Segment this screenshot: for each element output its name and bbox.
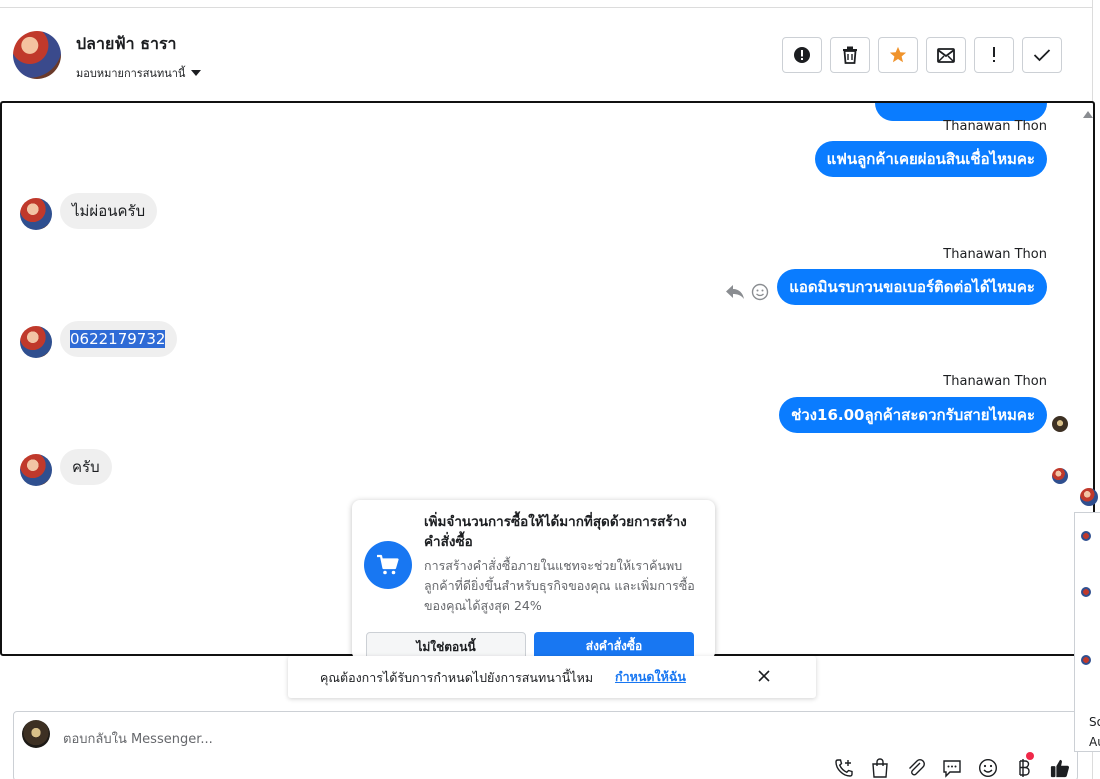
side-list-avatar [1081,587,1091,597]
trash-icon [843,46,857,64]
paperclip-icon [909,759,925,776]
contact-avatar[interactable] [13,31,61,79]
mark-done-button[interactable] [1022,37,1062,73]
assign-dropdown[interactable]: มอบหมายการสนทนานี้ [76,64,202,82]
message-bubble-outgoing[interactable]: แฟนลูกค้าเคยผ่อนสินเชื่อไหมคะ [814,141,1047,177]
follow-up-button[interactable] [974,37,1014,73]
inbox-page: ปลายฟ้า ธารา มอบหมายการสนทนานี้ Thanawan… [0,0,1100,779]
sender-name: Thanawan Thon [943,247,1047,262]
chevron-down-icon [191,70,202,76]
shopping-bag-icon [872,758,888,778]
baht-icon [1019,759,1030,777]
side-list-avatar [1081,655,1091,665]
message-bubble-outgoing[interactable]: แอดมินรบกวนขอเบอร์ติดต่อได้ไหมคะ [777,269,1047,305]
assign-label: มอบหมายการสนทนานี้ [76,67,186,80]
seen-by-contact-avatar [1052,468,1068,484]
page-avatar [22,720,50,748]
contact-name[interactable]: ปลายฟ้า ธารา [76,32,177,57]
create-order-promo-card: เพิ่มจำนวนการซื้อให้ได้มากที่สุดด้วยการส… [352,500,715,660]
message-composer: ตอบกลับใน Messenger... [13,711,1078,779]
delete-button[interactable] [830,37,870,73]
mark-spam-button[interactable] [782,37,822,73]
reply-input[interactable]: ตอบกลับใน Messenger... [63,728,213,749]
thumbs-up-icon [1050,759,1070,778]
promo-title: เพิ่มจำนวนการซื้อให้ได้มากที่สุดด้วยการส… [424,514,687,550]
saved-replies-button[interactable] [942,758,962,778]
assign-prompt-text: คุณต้องการได้รับการกำหนดไปยังการสนทนานี้… [320,670,594,685]
side-panel-text: So [1089,715,1100,729]
side-panel: So Au [1074,512,1100,752]
sender-name: Thanawan Thon [943,374,1047,389]
smiley-icon [978,758,998,778]
speech-bubble-icon [943,760,961,778]
message-bubble-incoming[interactable]: ครับ [60,449,112,485]
reply-icon[interactable] [725,283,745,301]
message-bubble-outgoing-partial[interactable] [875,103,1047,121]
payment-button[interactable] [1014,752,1034,778]
side-panel-text: Au [1089,735,1100,749]
call-add-button[interactable] [834,758,854,778]
conversation-toolbar [782,37,1062,73]
seen-by-page-avatar [1052,416,1068,432]
alert-circle-icon [794,47,810,63]
composer-toolbar [834,752,1070,778]
cart-icon-badge [364,541,412,589]
assign-to-me-link[interactable]: กำหนดให้ฉัน [615,667,686,687]
phone-plus-icon [835,759,853,777]
notification-dot [1026,752,1034,760]
close-icon[interactable] [756,668,772,684]
mark-unread-button[interactable] [926,37,966,73]
scroll-up-arrow-icon[interactable] [1083,111,1093,118]
exclamation-icon [993,47,995,62]
shop-button[interactable] [870,758,890,778]
promo-description: การสร้างคำสั่งซื้อภายในแชทจะช่วยให้เราค้… [424,558,695,613]
message-bubble-incoming[interactable]: 0622179732 [60,321,178,357]
contact-avatar-small[interactable] [20,198,52,230]
emoji-button[interactable] [978,758,998,778]
message-actions [725,283,769,301]
side-panel-avatar[interactable] [1080,488,1098,506]
side-list-avatar [1081,531,1091,541]
assign-prompt-banner: คุณต้องการได้รับการกำหนดไปยังการสนทนานี้… [288,656,816,698]
conversation-header: ปลายฟ้า ธารา มอบหมายการสนทนานี้ [0,8,1092,100]
shopping-cart-icon [377,554,399,575]
selected-phone-number[interactable]: 0622179732 [70,330,166,348]
message-bubble-incoming[interactable]: ไม่ผ่อนครับ [60,193,158,229]
contact-avatar-small[interactable] [20,326,52,358]
star-button[interactable] [878,37,918,73]
sender-name: Thanawan Thon [943,119,1047,134]
like-button[interactable] [1050,758,1070,778]
message-bubble-outgoing[interactable]: ช่วง16.00ลูกค้าสะดวกรับสายไหมคะ [779,397,1047,433]
contact-avatar-small[interactable] [20,454,52,486]
react-emoji-icon[interactable] [751,283,769,301]
check-icon [1033,49,1051,62]
attach-button[interactable] [906,758,926,778]
mail-icon [937,48,955,63]
star-icon [889,46,907,63]
